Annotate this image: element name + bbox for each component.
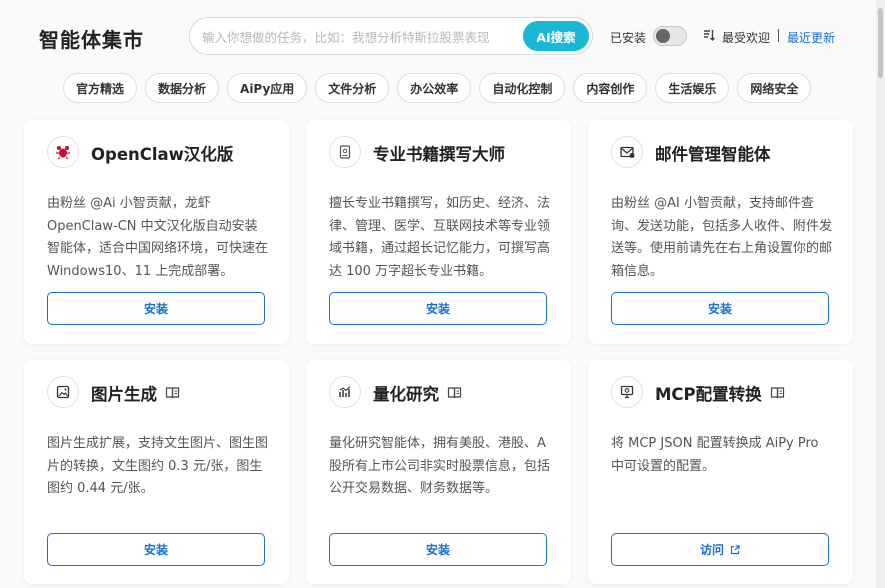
category-chip[interactable]: 自动化控制 (479, 73, 566, 103)
card-description: 由粉丝 @AI 小智贡献，支持邮件查询、发送功能，包括多人收件、附件发送等。使用… (611, 196, 833, 279)
install-button[interactable]: 安装 (329, 533, 547, 566)
search-box: AI搜索 (189, 17, 593, 55)
chart-icon (329, 376, 361, 408)
mail-icon (611, 136, 643, 168)
category-chips: 官方精选 数据分析 AiPy应用 文件分析 办公效率 自动化控制 内容创作 生活… (63, 73, 812, 103)
book-writer-icon (329, 136, 361, 168)
sort-icon[interactable] (703, 28, 715, 42)
category-chip[interactable]: 文件分析 (315, 73, 390, 103)
category-chip[interactable]: 官方精选 (63, 73, 138, 103)
install-button[interactable]: 安装 (47, 292, 265, 325)
scrollbar[interactable] (876, 0, 885, 588)
install-button[interactable]: 安装 (611, 292, 829, 325)
install-button[interactable]: 安装 (329, 292, 547, 325)
top-bar: 智能体集市 AI搜索 已安装 最受欢迎 最近更新 (0, 0, 885, 74)
visit-button[interactable]: 访问 (611, 533, 829, 566)
install-button[interactable]: 安装 (47, 533, 265, 566)
category-chip[interactable]: 内容创作 (573, 73, 648, 103)
book-icon (770, 387, 784, 399)
card-description: 擅长专业书籍撰写，如历史、经济、法律、管理、医学、互联网技术等专业领域书籍，通过… (329, 196, 551, 279)
category-chip[interactable]: 办公效率 (397, 73, 472, 103)
sort-divider (778, 29, 779, 42)
image-icon (47, 376, 79, 408)
sort-popular-link[interactable]: 最受欢迎 (722, 29, 770, 46)
agent-card: 图片生成 图片生成扩展，支持文生图片、图生图片的转换，文生图约 0.3 元/张，… (24, 360, 289, 584)
agent-card: OpenClaw汉化版 由粉丝 @Ai 小智贡献，龙虾OpenClaw-CN 中… (24, 120, 289, 344)
card-description: 图片生成扩展，支持文生图片、图生图片的转换，文生图约 0.3 元/张，图生图约 … (47, 436, 269, 496)
card-title: 邮件管理智能体 (655, 145, 771, 164)
book-icon (165, 387, 180, 399)
page-title: 智能体集市 (39, 28, 144, 52)
category-chip[interactable]: 数据分析 (145, 73, 220, 103)
agent-card: 量化研究 量化研究智能体，拥有美股、港股、A 股所有上市公司非实时股票信息，包括… (306, 360, 571, 584)
external-link-icon (730, 544, 740, 554)
installed-toggle[interactable] (653, 26, 687, 46)
card-description: 将 MCP JSON 配置转换成 AiPy Pro 中可设置的配置。 (611, 436, 819, 474)
book-icon (447, 387, 462, 399)
agent-card: MCP配置转换 将 MCP JSON 配置转换成 AiPy Pro 中可设置的配… (588, 360, 853, 584)
card-title: MCP配置转换 (655, 381, 785, 405)
ai-search-button[interactable]: AI搜索 (523, 21, 589, 51)
card-title: 专业书籍撰写大师 (373, 145, 505, 164)
toggle-knob (656, 29, 670, 43)
scrollbar-thumb[interactable] (878, 8, 883, 78)
card-description: 量化研究智能体，拥有美股、港股、A 股所有上市公司非实时股票信息，包括公开交易数… (329, 436, 551, 496)
card-description: 由粉丝 @Ai 小智贡献，龙虾OpenClaw-CN 中文汉化版自动安装智能体，… (47, 196, 269, 279)
lobster-icon (47, 136, 79, 168)
sort-recent-link[interactable]: 最近更新 (787, 29, 835, 46)
category-chip[interactable]: 生活娱乐 (655, 73, 730, 103)
category-chip[interactable]: AiPy应用 (227, 73, 308, 103)
card-title: OpenClaw汉化版 (91, 145, 234, 164)
card-title: 量化研究 (373, 381, 462, 405)
agent-card: 邮件管理智能体 由粉丝 @AI 小智贡献，支持邮件查询、发送功能，包括多人收件、… (588, 120, 853, 344)
agent-card: 专业书籍撰写大师 擅长专业书籍撰写，如历史、经济、法律、管理、医学、互联网技术等… (306, 120, 571, 344)
installed-filter-label: 已安装 (610, 31, 647, 45)
category-chip[interactable]: 网络安全 (737, 73, 812, 103)
card-title: 图片生成 (91, 381, 180, 405)
config-icon (611, 376, 643, 408)
search-input[interactable] (202, 27, 522, 47)
